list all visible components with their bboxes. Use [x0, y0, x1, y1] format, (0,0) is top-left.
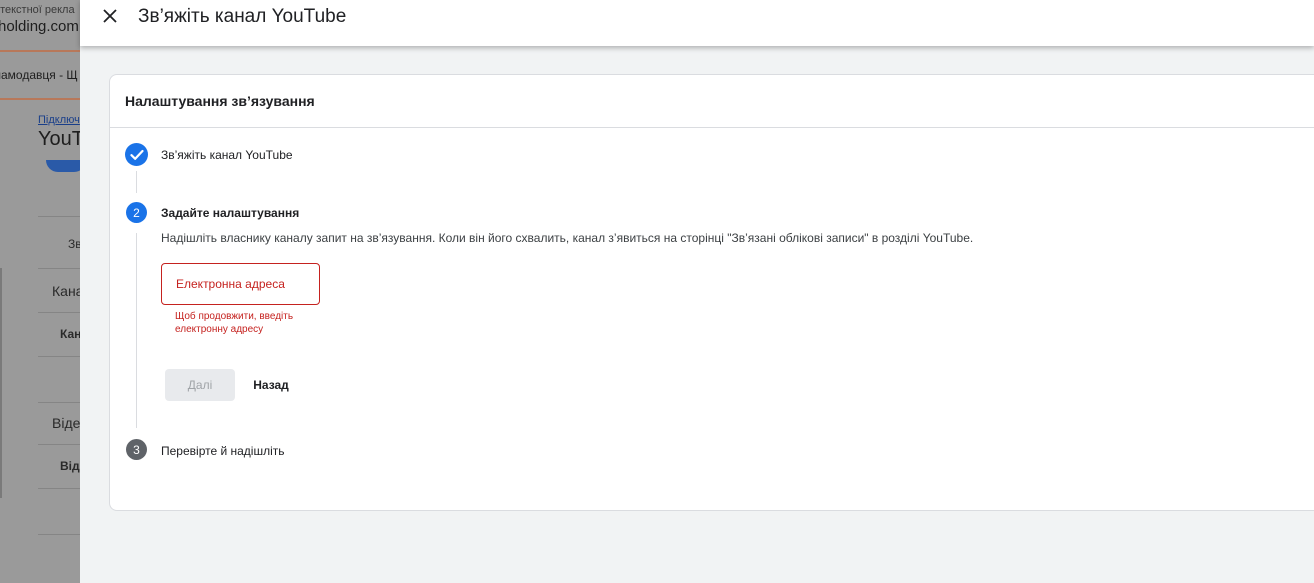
background-link: Підключ — [38, 114, 80, 126]
step-2-description: Надішліть власнику каналу запит на зв’яз… — [161, 231, 974, 245]
step-connector — [136, 233, 137, 428]
panel-header: Зв’яжіть канал YouTube — [80, 0, 1314, 46]
background-heading: YouT — [38, 128, 80, 150]
background-app: нтекстної рекла holding.com ламодавця - … — [0, 0, 80, 583]
step-2-label: Задайте налаштування — [161, 206, 300, 220]
step-1-check-icon — [125, 143, 148, 166]
background-button — [46, 160, 80, 172]
check-icon — [129, 149, 144, 160]
step-1-label: Зв’яжіть канал YouTube — [161, 148, 293, 162]
email-input[interactable] — [163, 265, 318, 303]
link-settings-card: Налаштування зв’язування Зв’яжіть канал … — [109, 74, 1314, 511]
background-subheader-text: ламодавця - Щ — [0, 68, 78, 82]
step-connector — [136, 171, 137, 193]
background-table-cell: Від — [38, 445, 80, 489]
next-button[interactable]: Далі — [165, 369, 235, 401]
step-3-number: 3 — [126, 439, 147, 460]
step-3-label: Перевірте й надішліть — [161, 444, 285, 458]
step-2-number: 2 — [126, 202, 147, 223]
link-youtube-panel: Зв’яжіть канал YouTube Налаштування зв’я… — [80, 0, 1314, 583]
background-subheader: ламодавця - Щ — [0, 52, 80, 100]
card-header: Налаштування зв’язування — [110, 75, 1314, 128]
back-button[interactable]: Назад — [245, 369, 297, 401]
background-table: Зв Кана Кан Віде Від — [38, 216, 80, 536]
background-table-cell: Зв — [38, 217, 80, 269]
email-error-message: Щоб продовжити, введіть електронну адрес… — [175, 311, 294, 335]
background-account-name: holding.com — [0, 18, 79, 35]
close-button[interactable] — [98, 4, 122, 28]
background-table-cell: Віде — [38, 403, 80, 445]
background-divider — [0, 268, 2, 498]
email-field — [161, 263, 320, 305]
background-account-header: нтекстної рекла holding.com — [0, 0, 80, 52]
close-icon — [103, 9, 117, 23]
background-table-cell — [38, 489, 80, 535]
card-title: Налаштування зв’язування — [125, 93, 315, 109]
background-table-cell — [38, 357, 80, 403]
panel-title: Зв’яжіть канал YouTube — [138, 6, 347, 27]
background-table-cell: Кана — [38, 269, 80, 313]
background-table-cell: Кан — [38, 313, 80, 357]
background-account-label: нтекстної рекла — [0, 4, 75, 16]
